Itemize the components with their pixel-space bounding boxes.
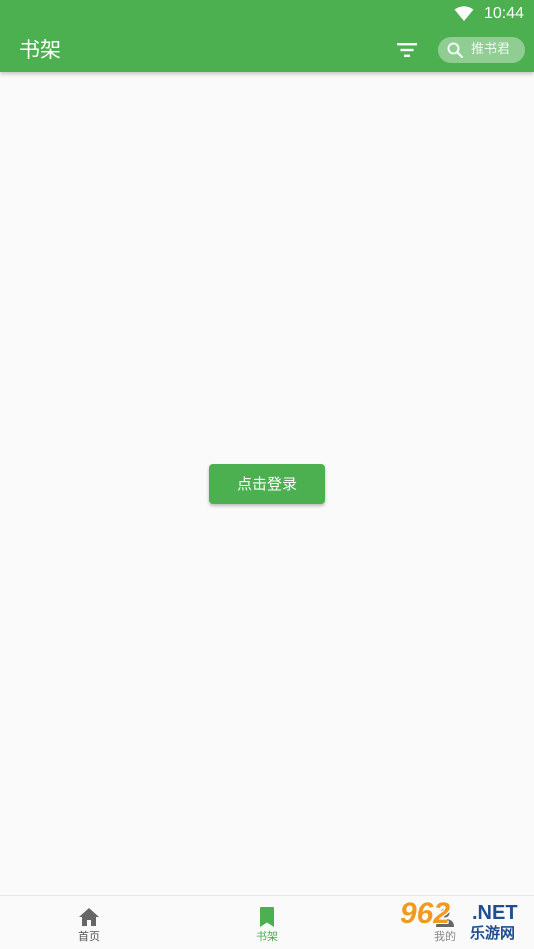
watermark-text: 乐游网: [470, 924, 516, 942]
watermark-logo: 962 .NET 乐游网: [396, 898, 530, 944]
home-icon: [79, 908, 99, 926]
search-placeholder: 推书君: [471, 42, 511, 57]
search-box[interactable]: 推书君: [438, 37, 525, 63]
watermark-number: 962: [400, 897, 451, 930]
bookmark-icon: [260, 907, 274, 927]
filter-icon: [397, 43, 417, 57]
nav-item-home[interactable]: 首页: [39, 896, 139, 949]
nav-label-home: 首页: [78, 930, 100, 943]
login-button[interactable]: 点击登录: [209, 464, 325, 504]
wifi-icon: [454, 6, 474, 21]
status-time: 10:44: [483, 5, 524, 22]
search-icon: [447, 42, 464, 59]
status-bar: 10:44: [0, 0, 534, 28]
page-title: 书架: [19, 38, 61, 62]
nav-item-bookshelf[interactable]: 书架: [217, 896, 317, 949]
nav-label-bookshelf: 书架: [256, 930, 278, 943]
watermark-suffix: .NET: [472, 902, 518, 924]
filter-button[interactable]: [393, 36, 421, 64]
app-bar: 10:44 书架 推书君: [0, 0, 534, 72]
